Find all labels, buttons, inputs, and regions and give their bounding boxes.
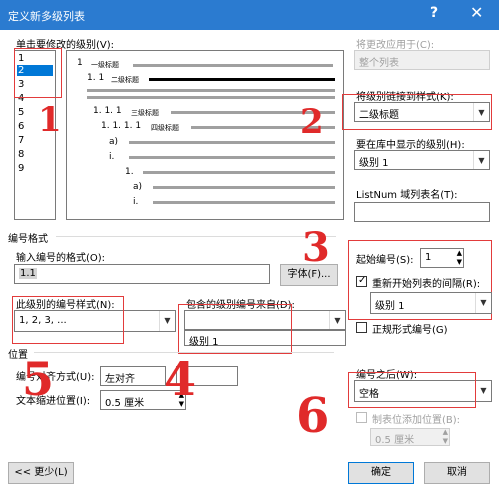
- apply-to-combo[interactable]: 整个列表: [354, 50, 490, 70]
- handwritten-number-6: 6: [296, 388, 330, 444]
- tab-add-checkbox[interactable]: [356, 412, 367, 423]
- preview-num-2: 1. 1: [87, 73, 105, 83]
- restart-value: 级别 1: [375, 301, 405, 312]
- handwritten-number-4: 4: [164, 352, 197, 406]
- legal-checkbox[interactable]: [356, 322, 367, 333]
- annotation-box-1: [14, 48, 62, 98]
- window-title: 定义新多级列表: [8, 10, 85, 23]
- preview-line: [129, 156, 335, 159]
- help-icon[interactable]: ?: [430, 5, 438, 21]
- annotation-box-follow: [348, 372, 476, 408]
- apply-to-label: 将更改应用于(C):: [356, 40, 435, 51]
- annotation-box-2: [342, 94, 492, 130]
- gallery-level-label: 要在库中显示的级别(H):: [356, 140, 465, 151]
- annotation-box-include-level: [178, 304, 292, 354]
- preview-line-current: [149, 78, 335, 81]
- chevron-down-icon[interactable]: ▼: [475, 293, 491, 313]
- chevron-down-icon[interactable]: ▼: [329, 311, 345, 329]
- legal-label: 正规形式编号(G): [372, 325, 448, 336]
- preview-num-9: i.: [133, 197, 139, 207]
- apply-to-value: 整个列表: [359, 58, 399, 69]
- group-divider: [56, 236, 336, 237]
- tab-add-spinner[interactable]: 0.5 厘米 ▲ ▼: [370, 428, 450, 446]
- preview-num-1: 1: [77, 58, 83, 68]
- restart-combo[interactable]: 级别 1 ▼: [370, 292, 492, 314]
- cancel-button[interactable]: 取消: [424, 462, 490, 484]
- preview-text-1: 一级标题: [91, 61, 119, 69]
- spin-down-icon[interactable]: ▼: [443, 437, 448, 445]
- preview-num-6: i.: [109, 152, 115, 162]
- chevron-down-icon[interactable]: ▼: [475, 381, 491, 401]
- start-at-spinner[interactable]: 1 ▲ ▼: [420, 248, 464, 268]
- ok-button[interactable]: 确定: [348, 462, 414, 484]
- close-icon[interactable]: ✕: [470, 3, 483, 22]
- handwritten-number-5: 5: [22, 352, 55, 406]
- number-format-group-label: 编号格式: [8, 234, 48, 245]
- level-item[interactable]: 9: [17, 163, 53, 174]
- number-format-input[interactable]: 1.1: [14, 264, 270, 284]
- handwritten-number-3: 3: [302, 224, 330, 271]
- preview-line: [87, 89, 335, 92]
- chevron-down-icon[interactable]: ▼: [473, 151, 489, 169]
- level-item[interactable]: 8: [17, 149, 53, 160]
- restart-label: 重新开始列表的间隔(R):: [372, 279, 481, 290]
- preview-num-5: a): [109, 137, 119, 147]
- preview-num-7: 1.: [125, 167, 134, 177]
- start-at-value: 1: [425, 252, 432, 263]
- start-at-label: 起始编号(S):: [356, 255, 414, 266]
- align-value: 左对齐: [105, 374, 135, 385]
- preview-line: [133, 64, 333, 67]
- preview-text-3: 三级标题: [131, 109, 159, 117]
- chevron-down-icon[interactable]: ▼: [159, 311, 175, 331]
- listnum-label: ListNum 域列表名(T):: [356, 190, 458, 201]
- restart-checkbox[interactable]: [356, 275, 367, 287]
- tab-add-label: 制表位添加位置(B):: [372, 415, 461, 426]
- preview-num-8: a): [133, 182, 143, 192]
- gallery-level-combo[interactable]: 级别 1 ▼: [354, 150, 490, 170]
- preview-line: [153, 201, 335, 204]
- preview-text-4: 四级标题: [151, 124, 179, 132]
- preview-line: [87, 96, 335, 99]
- less-button[interactable]: << 更少(L): [8, 462, 74, 484]
- gallery-level-value: 级别 1: [359, 158, 389, 169]
- number-format-value: 1.1: [19, 268, 37, 279]
- tab-add-value: 0.5 厘米: [375, 435, 415, 446]
- enter-format-label: 输入编号的格式(O):: [16, 253, 106, 264]
- annotation-box-number-style: [12, 296, 124, 344]
- preview-text-2: 二级标题: [111, 76, 139, 84]
- indent-value: 0.5 厘米: [105, 398, 145, 409]
- handwritten-number-1: 1: [38, 100, 62, 140]
- handwritten-number-2: 2: [300, 102, 324, 142]
- preview-line: [143, 171, 335, 174]
- preview-line: [153, 186, 335, 189]
- spin-up-icon[interactable]: ▲: [443, 428, 448, 436]
- spin-up-icon[interactable]: ▲: [457, 249, 462, 257]
- spin-down-icon[interactable]: ▼: [457, 258, 462, 266]
- title-bar: 定义新多级列表 ? ✕: [0, 0, 499, 30]
- preview-num-3: 1. 1. 1: [93, 106, 122, 116]
- preview-num-4: 1. 1. 1. 1: [101, 121, 142, 131]
- align-combo[interactable]: 左对齐: [100, 366, 166, 386]
- listnum-input[interactable]: [354, 202, 490, 222]
